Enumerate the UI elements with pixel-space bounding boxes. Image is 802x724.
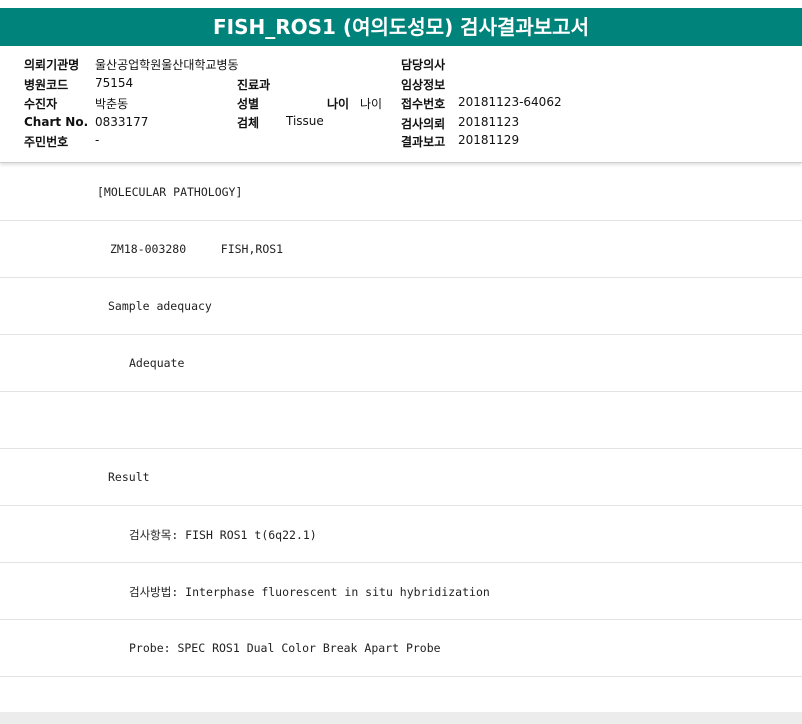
sex-label: 성별 (237, 97, 260, 111)
resident-no-value: - (95, 133, 100, 147)
hospital-code-value: 75154 (95, 76, 134, 90)
institution-label: 의뢰기관명 (24, 58, 80, 72)
age-label: 나이 (327, 97, 350, 111)
report-date-label: 결과보고 (401, 135, 446, 149)
chart-no-label: Chart No. (24, 115, 89, 129)
receipt-no-label: 접수번호 (401, 97, 446, 111)
hospital-code-label: 병원코드 (24, 78, 69, 92)
chart-no-value: 0833177 (95, 115, 149, 129)
report-title: FISH_ROS1 (여의도성모) 검사결과보고서 (0, 8, 802, 46)
test-method-line: 검사방법: Interphase fluorescent in situ hyb… (129, 585, 490, 599)
sample-adequacy-heading: Sample adequacy (108, 299, 212, 313)
report-row: [MOLECULAR PATHOLOGY] (0, 164, 802, 221)
patient-info-panel: 의뢰기관명 울산공업학원울산대학교병동 병원코드 75154 수진자 박춘동 C… (0, 50, 802, 163)
probe-line: Probe: SPEC ROS1 Dual Color Break Apart … (129, 641, 441, 655)
report-body: [MOLECULAR PATHOLOGY] ZM18-003280 FISH,R… (0, 164, 802, 712)
request-date-label: 검사의뢰 (401, 117, 446, 131)
department-label: 진료과 (237, 78, 271, 92)
report-row: Result (0, 449, 802, 506)
report-date-value: 20181129 (458, 133, 520, 147)
clinical-info-label: 임상정보 (401, 78, 446, 92)
test-item-line: 검사항목: FISH ROS1 t(6q22.1) (129, 528, 317, 542)
age-value: 나이 (360, 97, 383, 111)
patient-label: 수진자 (24, 97, 58, 111)
report-row: Probe: SPEC ROS1 Dual Color Break Apart … (0, 620, 802, 677)
accession-line: ZM18-003280 FISH,ROS1 (110, 242, 284, 256)
report-row: 검사방법: Interphase fluorescent in situ hyb… (0, 563, 802, 620)
report-row: 검사항목: FISH ROS1 t(6q22.1) (0, 506, 802, 563)
report-row: ZM18-003280 FISH,ROS1 (0, 221, 802, 278)
specimen-label: 검체 (237, 116, 260, 130)
report-row (0, 392, 802, 449)
patient-value: 박춘동 (95, 97, 129, 111)
institution-value: 울산공업학원울산대학교병동 (95, 58, 239, 72)
resident-no-label: 주민번호 (24, 135, 69, 149)
report-row: Sample adequacy (0, 278, 802, 335)
receipt-no-value: 20181123-64062 (458, 95, 562, 109)
result-heading: Result (108, 470, 150, 484)
section-heading: [MOLECULAR PATHOLOGY] (97, 185, 243, 199)
specimen-value: Tissue (286, 114, 324, 128)
request-date-value: 20181123 (458, 115, 520, 129)
report-row: Adequate (0, 335, 802, 392)
sample-adequacy-value: Adequate (129, 356, 185, 370)
bottom-scroll-area (0, 712, 802, 724)
doctor-label: 담당의사 (401, 58, 446, 72)
